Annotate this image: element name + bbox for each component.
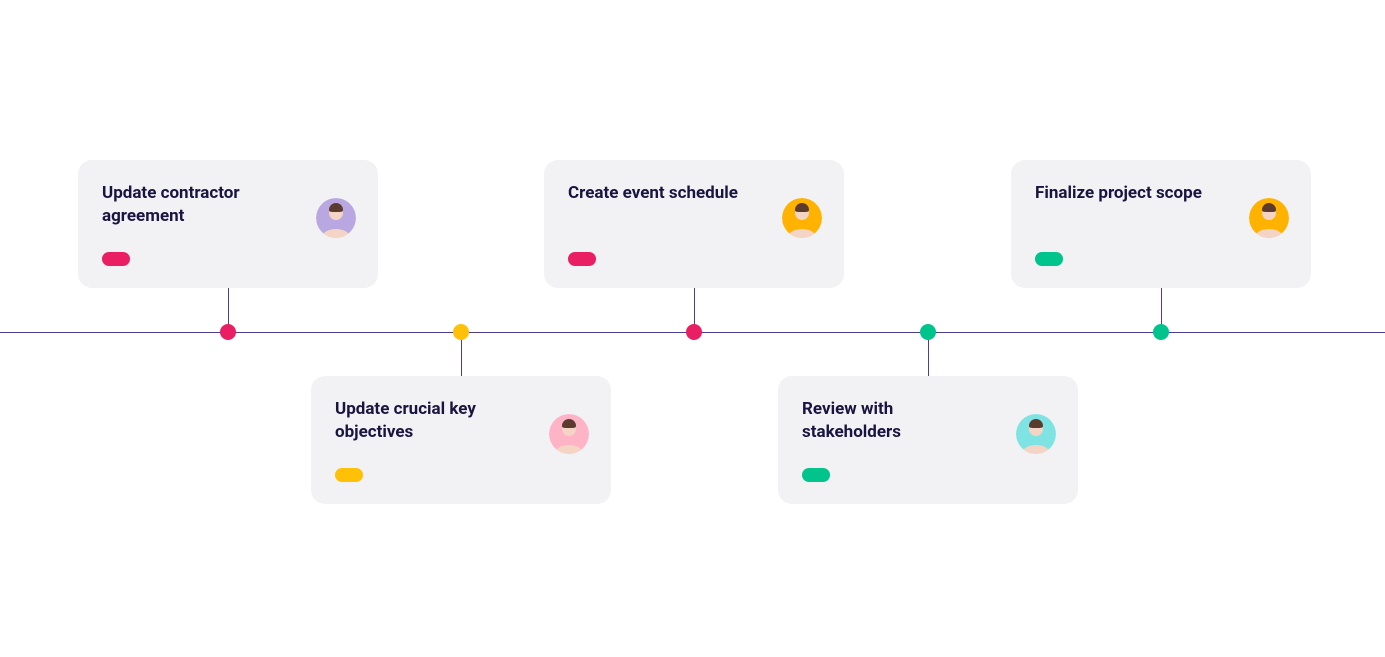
timeline-dot [920,324,936,340]
status-pill [802,468,830,482]
timeline-diagram: Update contractor agreement Update cruci… [0,0,1385,657]
timeline-dot [686,324,702,340]
card-title: Create event schedule [568,182,758,205]
card-title: Finalize project scope [1035,182,1225,205]
avatar [549,414,589,454]
avatar [782,198,822,238]
status-pill [568,252,596,266]
timeline-dot [220,324,236,340]
timeline-card[interactable]: Review with stakeholders [778,376,1078,504]
card-title: Update contractor agreement [102,182,292,228]
status-pill [102,252,130,266]
timeline-dot [1153,324,1169,340]
timeline-card[interactable]: Update contractor agreement [78,160,378,288]
timeline-card[interactable]: Finalize project scope [1011,160,1311,288]
timeline-card[interactable]: Create event schedule [544,160,844,288]
card-title: Review with stakeholders [802,398,992,444]
card-title: Update crucial key objectives [335,398,525,444]
status-pill [335,468,363,482]
avatar [316,198,356,238]
status-pill [1035,252,1063,266]
avatar [1016,414,1056,454]
avatar [1249,198,1289,238]
timeline-dot [453,324,469,340]
timeline-card[interactable]: Update crucial key objectives [311,376,611,504]
